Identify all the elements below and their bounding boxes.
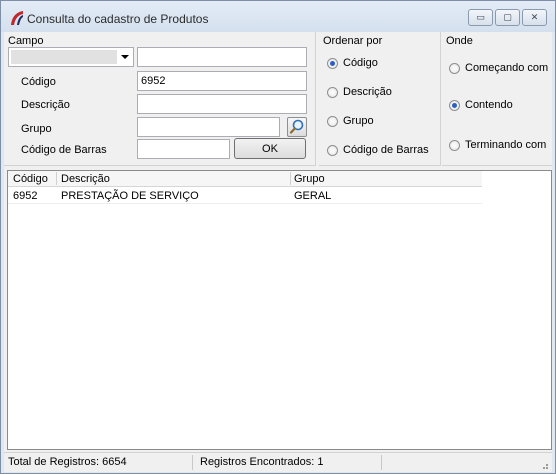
onde-radio-comecando[interactable]: Começando com [449,62,548,74]
codigo-field[interactable] [137,71,307,91]
grupo-search-button[interactable] [287,117,307,137]
onde-option-label: Contendo [465,99,513,111]
grupo-label: Grupo [21,123,52,135]
resize-grip-icon[interactable] [539,460,549,470]
radio-selected-icon[interactable] [327,57,338,69]
table-row[interactable]: 6952 PRESTAÇÃO DE SERVIÇO GERAL [8,188,482,204]
onde-option-label: Terminando com [465,139,547,151]
column-divider[interactable] [290,172,291,185]
maximize-button[interactable]: ▢ [495,9,520,26]
onde-option-label: Começando com [465,62,549,74]
ordenar-option-label: Grupo [343,115,374,127]
ordenar-title: Ordenar por [323,35,383,47]
radio-icon[interactable] [449,139,460,151]
ordenar-option-label: Código [343,57,378,69]
dialog-body: Campo Código Descrição Grupo Código de B… [4,32,552,472]
campo-title: Campo [8,35,44,47]
column-header-descricao[interactable]: Descrição [61,173,110,185]
ordenar-group: Ordenar por Código Descrição Grupo Códig… [319,32,441,166]
ordenar-radio-codigo[interactable]: Código [327,57,378,69]
radio-icon[interactable] [327,115,338,127]
maximize-icon: ▢ [503,12,512,22]
status-divider [381,455,382,470]
ordenar-option-label: Código de Barras [343,144,429,156]
total-records: Total de Registros: 6654 [8,456,127,468]
column-header-codigo[interactable]: Código [13,173,48,185]
cell-codigo: 6952 [13,190,38,202]
minimize-icon: ▭ [476,12,485,22]
window: Consulta do cadastro de Produtos ▭ ▢ ✕ C… [0,0,556,474]
campo-group: Campo Código Descrição Grupo Código de B… [4,32,316,166]
column-divider[interactable] [56,172,57,185]
window-title: Consulta do cadastro de Produtos [27,12,209,26]
chevron-down-icon[interactable] [121,55,129,59]
close-button[interactable]: ✕ [522,9,547,26]
onde-group: Onde Começando com Contendo Terminando c… [442,32,552,166]
results-grid[interactable]: Código Descrição Grupo 6952 PRESTAÇÃO DE… [7,170,552,450]
descricao-field[interactable] [137,94,307,114]
cell-grupo: GERAL [294,190,332,202]
minimize-button[interactable]: ▭ [468,9,493,26]
search-icon [289,119,304,134]
onde-radio-contendo[interactable]: Contendo [449,99,513,111]
status-divider [192,455,193,470]
codigo-barras-label: Código de Barras [21,144,107,156]
ordenar-option-label: Descrição [343,86,392,98]
status-bar: Total de Registros: 6654 Registros Encon… [4,452,552,472]
descricao-label: Descrição [21,99,70,111]
ordenar-radio-codigo-barras[interactable]: Código de Barras [327,144,429,156]
ok-button[interactable]: OK [234,138,306,159]
ordenar-radio-descricao[interactable]: Descrição [327,86,392,98]
radio-icon[interactable] [327,144,338,156]
codigo-barras-field[interactable] [137,139,230,159]
app-logo-icon [11,11,23,25]
close-icon: ✕ [530,12,539,22]
onde-title: Onde [446,35,473,47]
radio-icon[interactable] [327,86,338,98]
ordenar-radio-grupo[interactable]: Grupo [327,115,374,127]
onde-radio-terminando[interactable]: Terminando com [449,139,546,151]
campo-text-input[interactable] [137,47,307,67]
title-bar[interactable]: Consulta do cadastro de Produtos ▭ ▢ ✕ [1,1,555,32]
grupo-field[interactable] [137,117,280,137]
combo-selection [11,50,117,64]
column-header-grupo[interactable]: Grupo [294,173,325,185]
grid-header: Código Descrição Grupo [8,171,482,187]
radio-selected-icon[interactable] [449,99,460,111]
codigo-label: Código [21,76,56,88]
found-records: Registros Encontrados: 1 [200,456,324,468]
cell-descricao: PRESTAÇÃO DE SERVIÇO [61,190,199,202]
radio-icon[interactable] [449,62,460,74]
campo-combo[interactable] [8,47,134,67]
